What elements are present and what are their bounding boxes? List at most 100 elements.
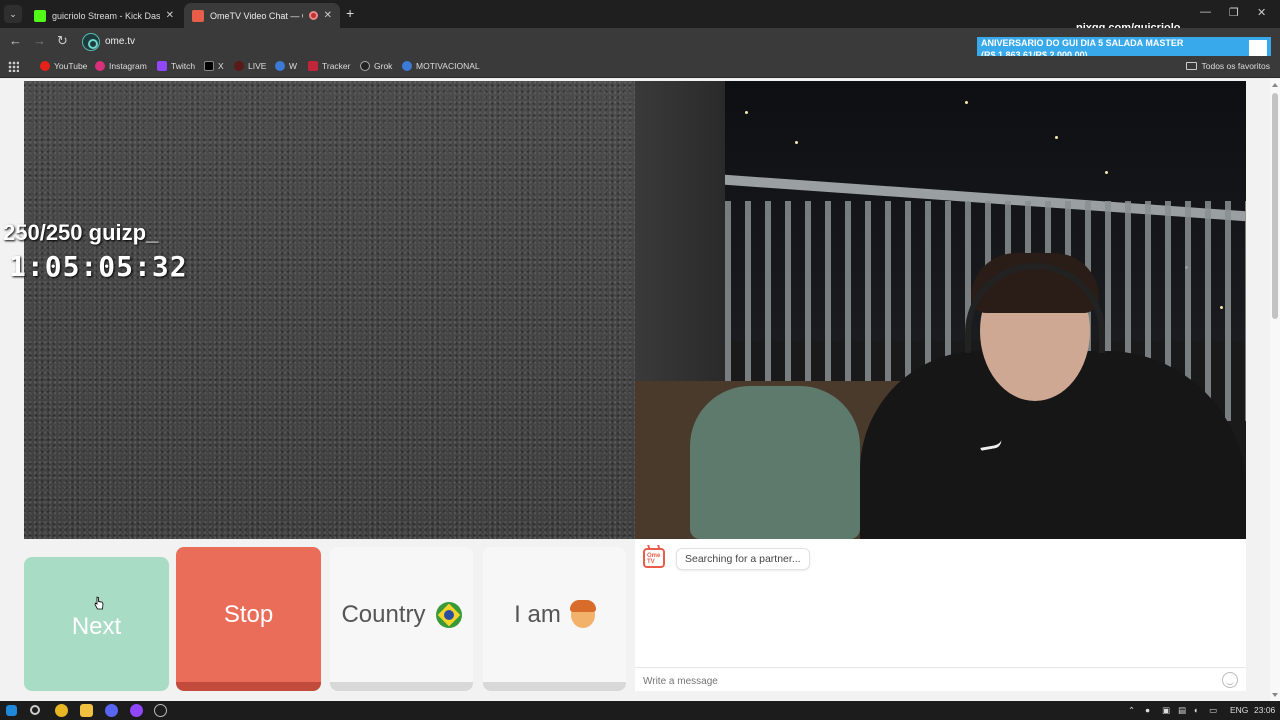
stop-label: Stop	[223, 600, 274, 628]
all-bookmarks[interactable]: Todos os favoritos	[1186, 61, 1270, 71]
search-icon[interactable]	[30, 705, 40, 715]
kick-icon	[34, 9, 46, 22]
bookmark-label: LIVE	[248, 61, 267, 71]
all-bookmarks-label: Todos os favoritos	[1201, 61, 1270, 71]
tab-search-chevron-icon[interactable]: ⌄	[4, 5, 22, 23]
x-icon	[204, 61, 214, 71]
ometv-icon	[192, 9, 204, 22]
bookmarks-bar: YouTube Instagram Twitch X LIVE W Tracke…	[0, 56, 1280, 78]
chat-input-row	[635, 667, 1246, 691]
bookmark-tracker[interactable]: Tracker	[308, 61, 351, 71]
bookmark-live[interactable]: LIVE	[234, 61, 266, 71]
bookmark-youtube[interactable]: YouTube	[40, 61, 87, 71]
stop-button[interactable]: Stop	[176, 547, 321, 691]
city-light	[795, 141, 798, 144]
message-input[interactable]	[643, 673, 1203, 689]
ometv-logo-icon: Ome TV	[643, 548, 665, 568]
close-tab-icon[interactable]: ✕	[166, 10, 174, 21]
folder-icon	[1186, 62, 1198, 70]
bookmark-label: Twitch	[171, 61, 196, 71]
bookmark-twitch[interactable]: Twitch	[157, 61, 195, 71]
bookmark-label: MOTIVACIONAL	[416, 61, 480, 71]
stream-timer: 1:05:05:32	[9, 250, 188, 283]
forward-arrow-icon[interactable]: →	[33, 34, 46, 48]
tab-title: OmeTV Video Chat — OmeTV	[210, 10, 303, 21]
tracker-icon	[308, 61, 318, 71]
logo-text: Ome TV	[647, 553, 661, 565]
live-icon	[234, 61, 244, 71]
twitch-icon	[157, 61, 167, 71]
windows-start-icon[interactable]	[6, 705, 17, 716]
recording-indicator-icon	[308, 11, 318, 20]
scroll-down-icon[interactable]	[1272, 693, 1278, 697]
new-tab-button[interactable]: +	[346, 5, 354, 21]
bookmark-label: Instagram	[109, 61, 147, 71]
close-tab-icon[interactable]: ✕	[324, 10, 332, 21]
apps-grid-icon[interactable]	[8, 61, 19, 72]
city-light	[965, 101, 968, 104]
bookmark-motivacional[interactable]: MOTIVACIONAL	[402, 61, 480, 71]
self-camera-video	[635, 81, 1246, 539]
w-icon	[275, 61, 285, 71]
country-button[interactable]: Country	[330, 547, 473, 691]
brazil-flag-icon	[435, 601, 462, 628]
next-label: Next	[71, 613, 122, 640]
bookmark-x[interactable]: X	[204, 61, 224, 71]
gender-button[interactable]: I am	[483, 547, 626, 691]
chrome-icon[interactable]	[55, 704, 68, 717]
bookmark-label: W	[289, 61, 298, 71]
screen: ⌄ guicriolo Stream - Kick Dashboard ✕ Om…	[0, 0, 1280, 720]
microphone-icon[interactable]: ●	[1145, 705, 1150, 715]
restore-icon[interactable]: ❐	[1229, 6, 1239, 19]
clock[interactable]: 23:06	[1254, 705, 1275, 715]
volume-icon[interactable]: ◖	[1193, 705, 1198, 715]
close-window-icon[interactable]: ✕	[1257, 6, 1266, 19]
battery-icon[interactable]: ▭	[1209, 705, 1217, 716]
city-light	[745, 111, 748, 114]
emoji-smiley-icon[interactable]	[1222, 672, 1238, 688]
network-icon[interactable]: ▤	[1178, 705, 1186, 716]
discord-icon[interactable]	[105, 704, 118, 717]
tray-chevron-up-icon[interactable]: ⌃	[1128, 705, 1135, 716]
city-light	[1105, 171, 1108, 174]
scroll-up-icon[interactable]	[1272, 83, 1278, 87]
minimize-icon[interactable]: —	[1200, 6, 1211, 18]
goal-title: ANIVERSARIO DO GUI DIA 5 SALADA MASTER	[981, 38, 1184, 48]
grok-icon	[360, 61, 370, 71]
partner-video-static	[24, 81, 635, 539]
tab-kick-dashboard[interactable]: guicriolo Stream - Kick Dashboard ✕	[26, 3, 182, 28]
boy-emoji-icon	[569, 599, 596, 628]
sub-goal-counter: 250/250 guizp_	[3, 220, 159, 245]
reload-icon[interactable]: ↻	[57, 34, 68, 48]
bookmark-label: Grok	[374, 61, 393, 71]
tray-app-icon[interactable]: ▣	[1162, 705, 1170, 716]
obs-icon[interactable]	[154, 704, 167, 717]
page-scrollbar[interactable]	[1270, 79, 1280, 701]
city-light	[1055, 136, 1058, 139]
instagram-icon	[95, 61, 105, 71]
back-arrow-icon[interactable]: ←	[9, 34, 22, 48]
motivacional-icon	[402, 61, 412, 71]
bookmark-label: X	[218, 61, 224, 71]
bookmark-label: YouTube	[54, 61, 88, 71]
language-indicator[interactable]: ENG	[1230, 705, 1248, 715]
scrollbar-thumb[interactable]	[1272, 93, 1278, 319]
address-bar[interactable]: ome.tv	[105, 36, 135, 47]
country-label: Country	[341, 600, 426, 628]
file-explorer-icon[interactable]	[80, 704, 93, 717]
chair	[690, 386, 860, 539]
bookmark-label: Tracker	[322, 61, 351, 71]
tab-ometv[interactable]: OmeTV Video Chat — OmeTV ✕	[184, 3, 340, 28]
hand-cursor-icon	[94, 596, 104, 610]
youtube-icon	[40, 61, 50, 71]
site-info-icon[interactable]	[82, 33, 100, 51]
status-message: Searching for a partner...	[676, 548, 810, 570]
iam-label: I am	[514, 600, 561, 628]
chat-panel: Ome TV Searching for a partner...	[635, 539, 1246, 691]
windows-taskbar: ⌃ ● ▣ ▤ ◖ ▭ ENG 23:06	[0, 701, 1280, 720]
bookmark-w[interactable]: W	[275, 61, 297, 71]
next-button[interactable]: Next	[24, 557, 169, 691]
bookmark-instagram[interactable]: Instagram	[95, 61, 147, 71]
bookmark-grok[interactable]: Grok	[360, 61, 392, 71]
twitch-app-icon[interactable]	[130, 704, 143, 717]
